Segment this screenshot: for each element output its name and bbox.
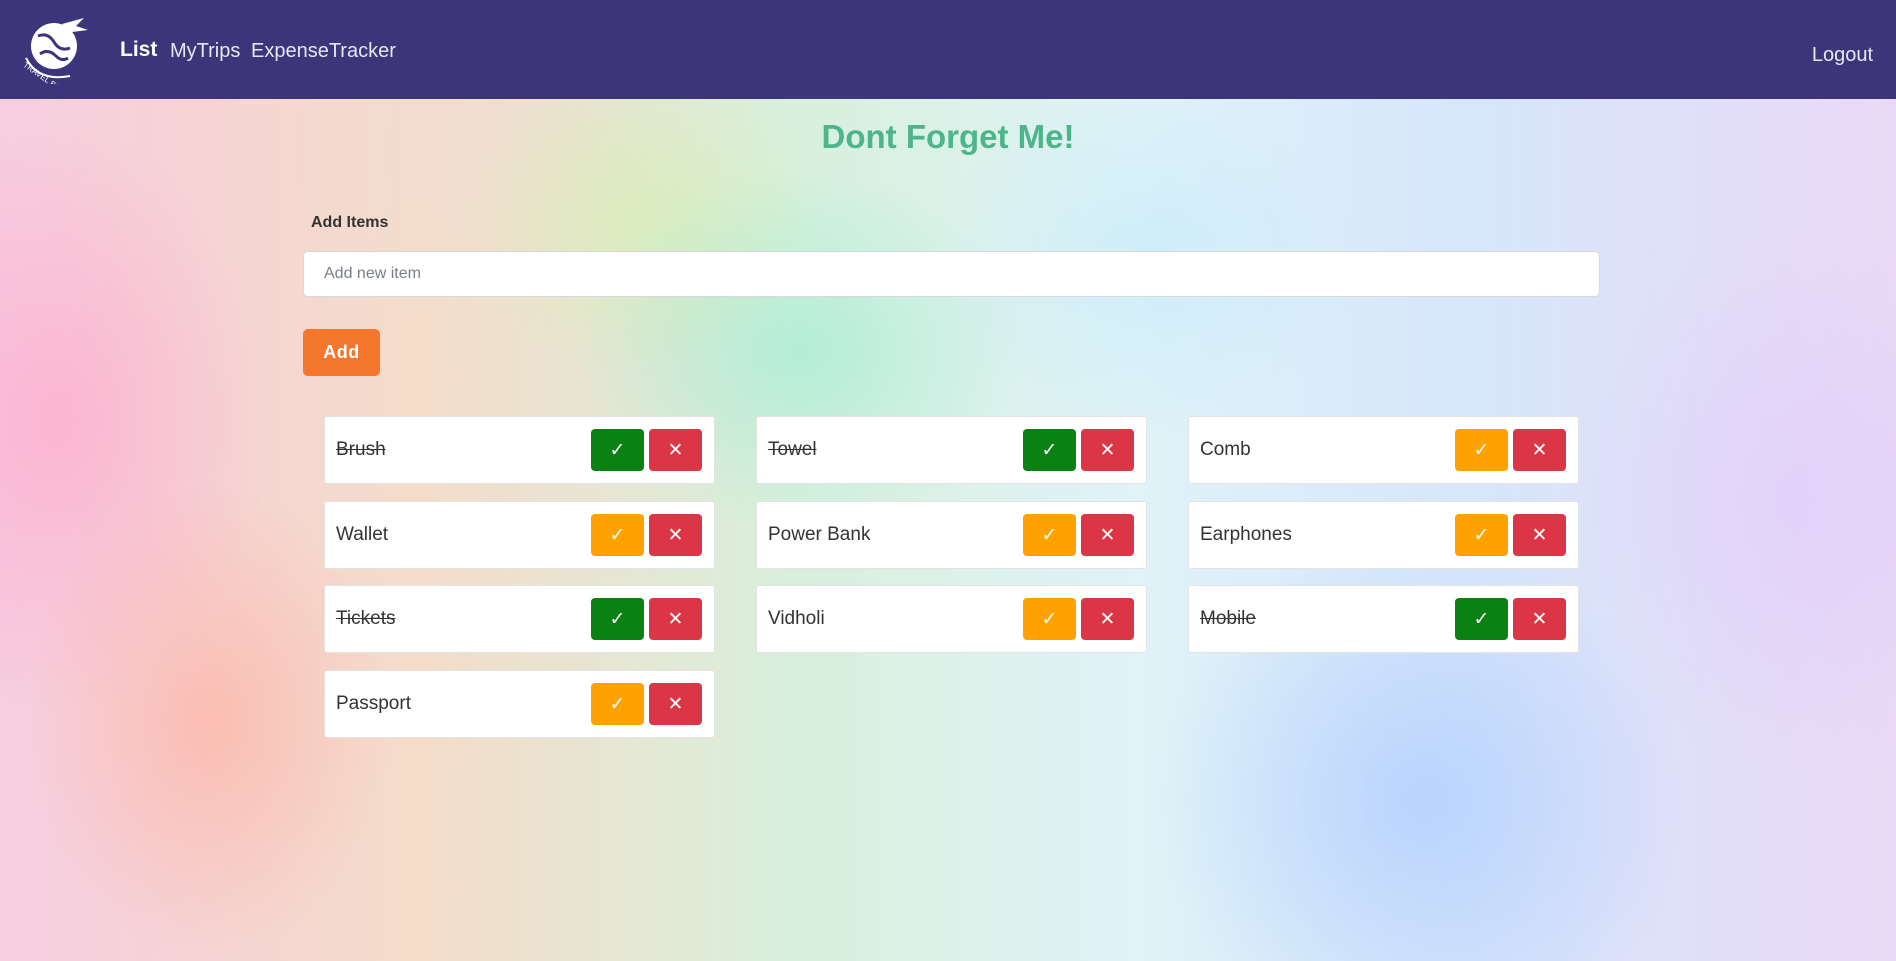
remove-button[interactable]: ✕ <box>1081 514 1134 556</box>
remove-button[interactable]: ✕ <box>649 683 702 725</box>
check-icon: ✓ <box>1473 608 1490 630</box>
list-item: Tickets ✓ ✕ <box>324 585 715 653</box>
check-icon: ✓ <box>609 524 626 546</box>
remove-button[interactable]: ✕ <box>649 598 702 640</box>
item-name: Comb <box>1200 439 1251 460</box>
add-items-label: Add Items <box>311 214 389 231</box>
check-button[interactable]: ✓ <box>591 598 644 640</box>
nav-link-list[interactable]: List <box>120 38 157 62</box>
check-button[interactable]: ✓ <box>1455 598 1508 640</box>
check-icon: ✓ <box>1473 524 1490 546</box>
travel-buddy-logo-icon[interactable]: TRAVEL BUDDY <box>18 14 94 84</box>
check-button[interactable]: ✓ <box>591 429 644 471</box>
check-button[interactable]: ✓ <box>591 514 644 556</box>
check-button[interactable]: ✓ <box>1455 429 1508 471</box>
nav-link-expense-tracker[interactable]: ExpenseTracker <box>251 40 396 63</box>
list-item: Earphones ✓ ✕ <box>1188 501 1579 569</box>
remove-button[interactable]: ✕ <box>649 514 702 556</box>
list-item: Power Bank ✓ ✕ <box>756 501 1147 569</box>
nav-link-mytrips[interactable]: MyTrips <box>170 40 240 63</box>
check-button[interactable]: ✓ <box>1023 429 1076 471</box>
remove-button[interactable]: ✕ <box>649 429 702 471</box>
check-button[interactable]: ✓ <box>591 683 644 725</box>
check-icon: ✓ <box>1041 439 1058 461</box>
remove-button[interactable]: ✕ <box>1081 429 1134 471</box>
close-icon: ✕ <box>1531 524 1548 546</box>
close-icon: ✕ <box>667 693 684 715</box>
check-icon: ✓ <box>1041 608 1058 630</box>
remove-button[interactable]: ✕ <box>1513 514 1566 556</box>
close-icon: ✕ <box>1099 524 1116 546</box>
page-title: Dont Forget Me! <box>821 118 1075 155</box>
list-item: Brush ✓ ✕ <box>324 416 715 484</box>
check-icon: ✓ <box>1041 524 1058 546</box>
close-icon: ✕ <box>1531 439 1548 461</box>
add-button[interactable]: Add <box>303 329 380 376</box>
close-icon: ✕ <box>667 608 684 630</box>
close-icon: ✕ <box>1531 608 1548 630</box>
item-name: Mobile <box>1200 608 1256 629</box>
item-name: Towel <box>768 439 817 460</box>
add-item-input[interactable] <box>303 251 1600 297</box>
item-name: Passport <box>336 693 411 714</box>
check-button[interactable]: ✓ <box>1023 598 1076 640</box>
item-name: Wallet <box>336 524 389 545</box>
remove-button[interactable]: ✕ <box>1081 598 1134 640</box>
item-name: Tickets <box>336 608 396 629</box>
list-item: Mobile ✓ ✕ <box>1188 585 1579 653</box>
item-name: Power Bank <box>768 524 871 545</box>
check-icon: ✓ <box>609 608 626 630</box>
list-item: Comb ✓ ✕ <box>1188 416 1579 484</box>
close-icon: ✕ <box>667 524 684 546</box>
list-item: Vidholi ✓ ✕ <box>756 585 1147 653</box>
check-icon: ✓ <box>609 693 626 715</box>
list-item: Passport ✓ ✕ <box>324 670 715 738</box>
logout-link[interactable]: Logout <box>1812 44 1873 67</box>
list-item: Towel ✓ ✕ <box>756 416 1147 484</box>
close-icon: ✕ <box>1099 608 1116 630</box>
list-item: Wallet ✓ ✕ <box>324 501 715 569</box>
item-name: Brush <box>336 439 386 460</box>
check-icon: ✓ <box>609 439 626 461</box>
check-button[interactable]: ✓ <box>1023 514 1076 556</box>
check-icon: ✓ <box>1473 439 1490 461</box>
check-button[interactable]: ✓ <box>1455 514 1508 556</box>
item-name: Earphones <box>1200 524 1292 545</box>
close-icon: ✕ <box>1099 439 1116 461</box>
remove-button[interactable]: ✕ <box>1513 598 1566 640</box>
remove-button[interactable]: ✕ <box>1513 429 1566 471</box>
close-icon: ✕ <box>667 439 684 461</box>
item-name: Vidholi <box>768 608 825 629</box>
navbar: TRAVEL BUDDY List MyTrips ExpenseTracker… <box>0 0 1896 99</box>
